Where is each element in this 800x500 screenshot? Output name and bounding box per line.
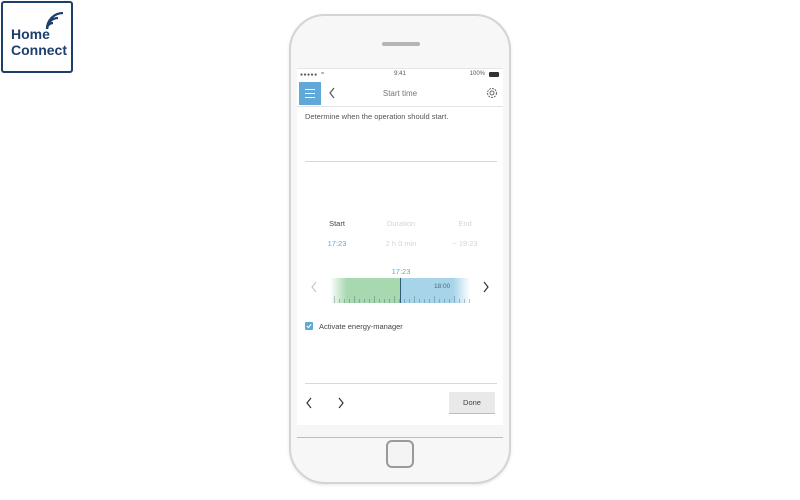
- timeline-tick: [429, 299, 430, 303]
- timeline-tick: [414, 296, 415, 303]
- bottom-strip: [297, 425, 503, 437]
- logo-text-home: Home: [11, 26, 50, 42]
- energy-manager-label: Activate energy-manager: [319, 322, 403, 331]
- timeline-tick: [434, 296, 435, 303]
- logo-text-connect: Connect: [11, 42, 67, 58]
- start-label: Start: [329, 219, 345, 228]
- timeline-tick: [449, 299, 450, 303]
- timeline-tick: [469, 299, 470, 303]
- timeline-tick: [349, 299, 350, 303]
- start-column[interactable]: Start 17:23: [307, 219, 367, 248]
- timeline-tick: [444, 299, 445, 303]
- timeline-tick: [379, 299, 380, 303]
- start-value: 17:23: [327, 239, 347, 248]
- timeline-tick: [344, 299, 345, 303]
- timeline-current-time: 17:23: [391, 267, 411, 276]
- timeline-right-chevron-icon[interactable]: [482, 281, 490, 293]
- timeline-tick: [409, 299, 410, 303]
- duration-value: 2 h 0 min: [385, 239, 417, 248]
- end-value: ~ 19:23: [452, 239, 478, 248]
- gear-icon[interactable]: [485, 86, 499, 100]
- status-bar: ●●●●● ≈ 9:41 100%: [297, 69, 503, 81]
- timeline-tick: [339, 299, 340, 303]
- end-label: End: [458, 219, 472, 228]
- timeline-tick: [369, 299, 370, 303]
- timeline-tick: [439, 299, 440, 303]
- timeline-tick: [384, 299, 385, 303]
- phone-home-button[interactable]: [386, 440, 414, 468]
- timeline-tick: [374, 296, 375, 303]
- done-button[interactable]: Done: [449, 392, 495, 414]
- timeline-tick: [354, 296, 355, 303]
- previous-chevron-icon[interactable]: [305, 397, 313, 409]
- battery-percentage: 100%: [469, 71, 485, 77]
- time-scroller[interactable]: 18:00: [330, 278, 470, 303]
- duration-label: Duration: [386, 219, 416, 228]
- timeline-tick: [459, 299, 460, 303]
- timeline-tick: [424, 299, 425, 303]
- timeline-tick: [399, 299, 400, 303]
- page-title: Start time: [382, 89, 418, 98]
- duration-column[interactable]: Duration 2 h 0 min: [371, 219, 431, 248]
- timeline-tick: [454, 296, 455, 303]
- timeline-tick: [464, 299, 465, 303]
- timeline-tick: [359, 299, 360, 303]
- energy-manager-checkbox[interactable]: [305, 322, 313, 330]
- home-connect-logo: Home Connect: [1, 1, 73, 73]
- timeline-tick-label: 18:00: [434, 283, 451, 290]
- timeline-tick: [404, 299, 405, 303]
- timeline-tick: [394, 296, 395, 303]
- divider: [305, 161, 497, 162]
- instruction-text: Determine when the operation should star…: [305, 112, 449, 121]
- timeline-tick: [334, 296, 335, 303]
- timeline-tick: [364, 299, 365, 303]
- checkmark-icon: [306, 323, 312, 329]
- phone-frame: ●●●●● ≈ 9:41 100% Start time Determine w…: [289, 14, 511, 484]
- divider: [305, 383, 497, 384]
- current-time-marker: [400, 278, 401, 303]
- battery-icon: [489, 72, 499, 77]
- timeline-tick: [389, 299, 390, 303]
- next-chevron-icon[interactable]: [337, 397, 345, 409]
- navigation-bar: Start time: [297, 81, 503, 107]
- timeline-left-chevron-icon[interactable]: [310, 281, 318, 293]
- app-screen: ●●●●● ≈ 9:41 100% Start time Determine w…: [297, 68, 503, 438]
- end-column[interactable]: End ~ 19:23: [435, 219, 495, 248]
- phone-speaker: [382, 42, 420, 46]
- timeline-tick: [419, 299, 420, 303]
